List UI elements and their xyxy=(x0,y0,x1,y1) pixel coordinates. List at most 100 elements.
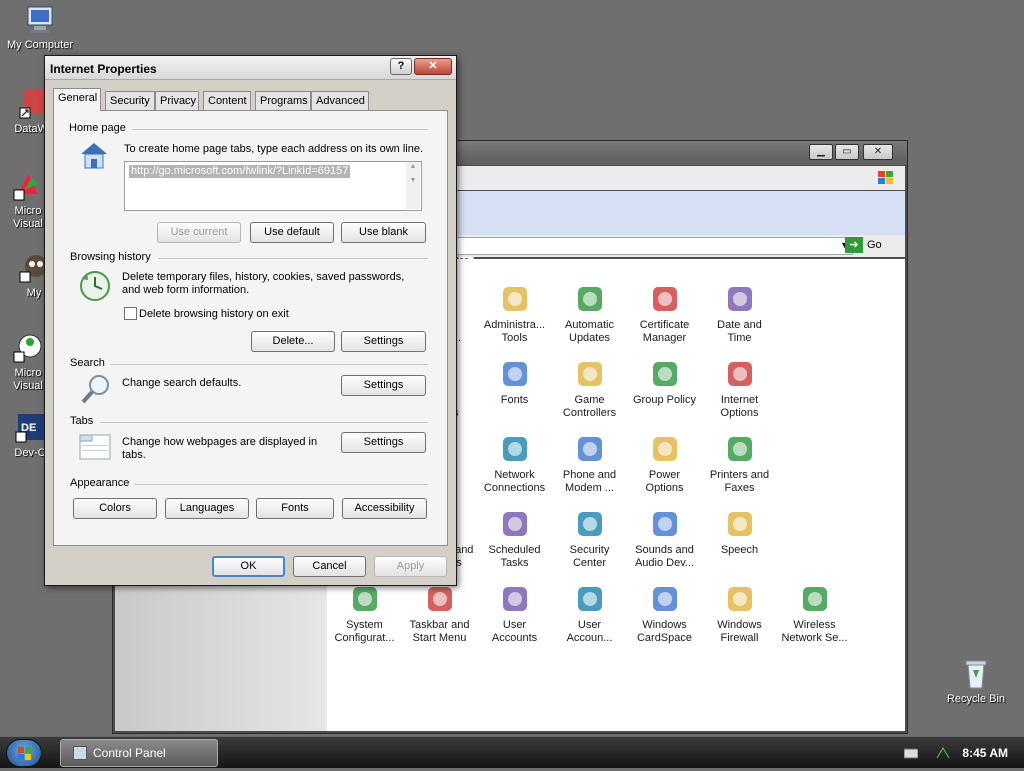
internet-properties-dialog: Internet Properties ? ✕ General Security… xyxy=(44,55,457,586)
control-panel-item[interactable]: Scheduled Tasks xyxy=(477,508,552,570)
control-panel-item-label: Fonts xyxy=(500,394,529,406)
recycle-bin-icon xyxy=(960,658,992,690)
tabs-settings-button[interactable]: Settings xyxy=(341,432,426,453)
fonts-button[interactable]: Fonts xyxy=(256,498,334,519)
control-panel-icon xyxy=(73,746,87,760)
browsing-history-description: Delete temporary files, history, cookies… xyxy=(122,271,405,296)
languages-button[interactable]: Languages xyxy=(165,498,249,519)
control-panel-item-label: Automatic Updates xyxy=(565,319,614,344)
search-description: Change search defaults. xyxy=(122,377,242,389)
use-default-button[interactable]: Use default xyxy=(250,222,334,243)
house-icon xyxy=(78,139,110,171)
control-panel-item[interactable]: System Configurat... xyxy=(327,583,402,645)
control-panel-item[interactable]: Network Connections xyxy=(477,433,552,495)
network-tray-icon[interactable] xyxy=(936,747,950,759)
delete-button[interactable]: Delete... xyxy=(251,331,335,352)
control-panel-item-label: User Accounts xyxy=(491,619,538,644)
control-panel-item[interactable]: Security Center xyxy=(552,508,627,570)
control-panel-item[interactable]: Phone and Modem ... xyxy=(552,433,627,495)
control-panel-item[interactable]: Date and Time xyxy=(702,283,777,345)
control-panel-item[interactable]: User Accounts xyxy=(477,583,552,645)
go-label: Go xyxy=(867,238,882,251)
dialog-titlebar[interactable]: Internet Properties ? ✕ xyxy=(45,56,456,80)
control-panel-item[interactable]: Speech xyxy=(702,508,777,557)
control-panel-item[interactable]: Windows CardSpace xyxy=(627,583,702,645)
speaker-icon xyxy=(649,508,681,540)
internet-options-icon xyxy=(724,358,756,390)
clock[interactable]: 8:45 AM xyxy=(962,746,1008,760)
control-panel-item[interactable]: Windows Firewall xyxy=(702,583,777,645)
minimize-button[interactable]: ▁ xyxy=(809,144,833,160)
cancel-button[interactable]: Cancel xyxy=(293,556,366,577)
control-panel-item-label: Printers and Faxes xyxy=(709,469,770,494)
home-page-url-field[interactable]: http://go.microsoft.com/fwlink/?LinkId=6… xyxy=(124,161,422,211)
control-panel-item[interactable]: Sounds and Audio Dev... xyxy=(627,508,702,570)
dialog-close-button[interactable]: ✕ xyxy=(414,58,452,75)
user-key-icon xyxy=(574,583,606,615)
tab-content[interactable]: Content xyxy=(203,91,251,110)
accessibility-button[interactable]: Accessibility xyxy=(342,498,427,519)
apply-button[interactable]: Apply xyxy=(374,556,447,577)
magnifier-icon xyxy=(80,373,112,405)
close-button[interactable]: ✕ xyxy=(863,144,893,160)
windows-logo-icon xyxy=(18,747,31,760)
phone-icon xyxy=(574,433,606,465)
go-button[interactable]: ➜ Go xyxy=(845,237,895,255)
control-panel-item[interactable]: Printers and Faxes xyxy=(702,433,777,495)
divider xyxy=(100,422,428,423)
speech-icon xyxy=(724,508,756,540)
control-panel-item-label: Wireless Network Se... xyxy=(781,619,848,644)
control-panel-item-label: Game Controllers xyxy=(562,394,617,419)
scrollbar[interactable]: ▲ ▼ xyxy=(406,163,420,209)
desktop-icon-recycle-bin[interactable]: Recycle Bin xyxy=(936,658,1016,706)
tabs-window-icon xyxy=(78,431,112,463)
control-panel-item[interactable]: Automatic Updates xyxy=(552,283,627,345)
control-panel-item-label: Certificate Manager xyxy=(639,319,690,344)
start-button[interactable] xyxy=(6,739,42,767)
control-panel-item[interactable]: Fonts xyxy=(477,358,552,407)
address-dropdown[interactable]: ▼ xyxy=(445,237,853,255)
use-blank-button[interactable]: Use blank xyxy=(341,222,426,243)
control-panel-item[interactable]: Group Policy xyxy=(627,358,702,407)
maximize-button[interactable]: ▭ xyxy=(835,144,859,160)
delete-on-exit-checkbox[interactable] xyxy=(124,307,137,320)
tab-programs[interactable]: Programs xyxy=(255,91,311,110)
desktop-icon-my-computer[interactable]: My Computer xyxy=(0,4,80,52)
control-panel-item-label: Power Options xyxy=(645,469,684,494)
search-settings-button[interactable]: Settings xyxy=(341,375,426,396)
control-panel-item[interactable]: Certificate Manager xyxy=(627,283,702,345)
control-panel-item[interactable]: Internet Options xyxy=(702,358,777,420)
use-current-button[interactable]: Use current xyxy=(157,222,241,243)
home-page-instruction: To create home page tabs, type each addr… xyxy=(124,143,424,155)
tab-privacy[interactable]: Privacy xyxy=(155,91,199,110)
control-panel-item[interactable]: User Accoun... xyxy=(552,583,627,645)
browsing-history-heading: Browsing history xyxy=(70,251,151,263)
taskbar-control-panel[interactable]: Control Panel xyxy=(60,739,218,767)
control-panel-item-label: Date and Time xyxy=(717,319,762,344)
control-panel-item-label: Group Policy xyxy=(633,394,696,406)
ok-button[interactable]: OK xyxy=(212,556,285,577)
control-panel-item[interactable]: Taskbar and Start Menu xyxy=(402,583,477,645)
tab-general[interactable]: General xyxy=(53,88,101,111)
control-panel-item[interactable]: Wireless Network Se... xyxy=(777,583,852,645)
control-panel-item[interactable]: Game Controllers xyxy=(552,358,627,420)
group-policy-icon xyxy=(649,358,681,390)
printer-icon xyxy=(724,433,756,465)
control-panel-item[interactable]: Power Options xyxy=(627,433,702,495)
task-label: Control Panel xyxy=(93,746,166,760)
delete-on-exit-label[interactable]: Delete browsing history on exit xyxy=(139,308,289,321)
colors-button[interactable]: Colors xyxy=(73,498,157,519)
help-button[interactable]: ? xyxy=(390,58,412,75)
browsing-history-settings-button[interactable]: Settings xyxy=(341,331,426,352)
tab-security[interactable]: Security xyxy=(105,91,155,110)
tab-advanced[interactable]: Advanced xyxy=(311,91,369,110)
shield-icon xyxy=(574,508,606,540)
control-panel-item-label: Network Connections xyxy=(483,469,546,494)
control-panel-item[interactable]: Administra... Tools xyxy=(477,283,552,345)
go-arrow-icon: ➜ xyxy=(845,237,863,253)
fonts-folder-icon xyxy=(499,358,531,390)
scheduled-tasks-icon xyxy=(499,508,531,540)
search-heading: Search xyxy=(70,357,105,369)
keyboard-icon[interactable] xyxy=(903,747,919,759)
firewall-icon xyxy=(724,583,756,615)
